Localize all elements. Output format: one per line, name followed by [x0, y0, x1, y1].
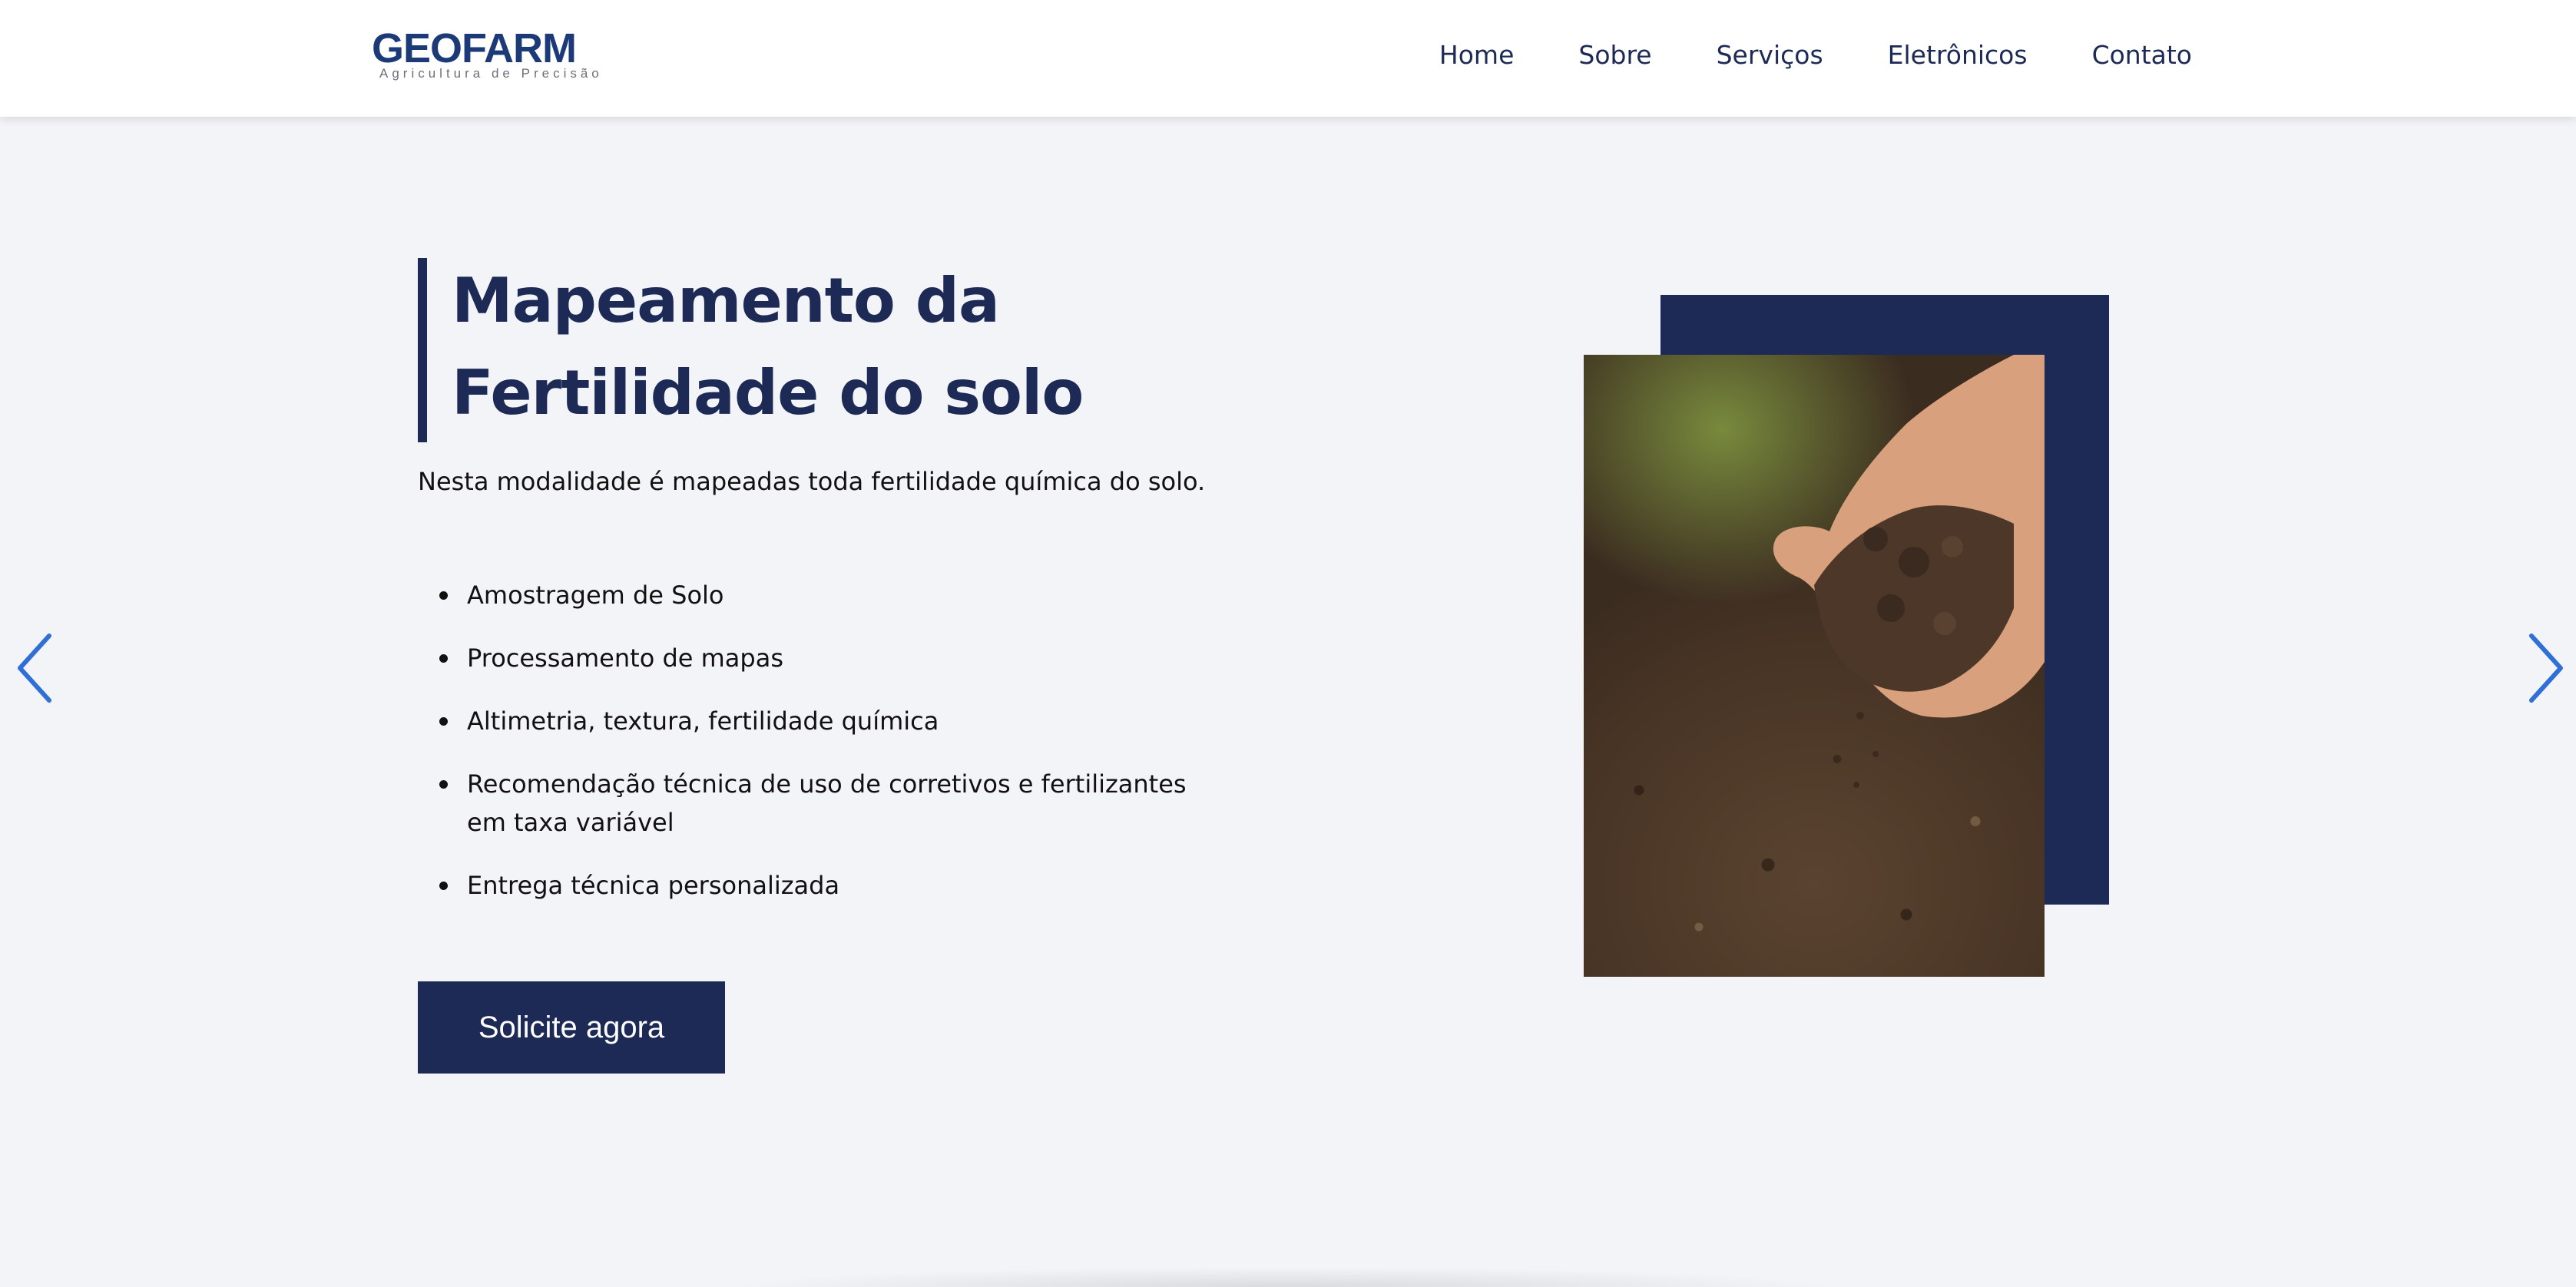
- list-item: Altimetria, textura, fertilidade química: [418, 702, 1232, 740]
- hero-title-block: Mapeamento da Fertilidade do solo: [418, 258, 1263, 442]
- nav-item-sobre[interactable]: Sobre: [1578, 38, 1651, 72]
- nav-item-eletronicos[interactable]: Eletrônicos: [1888, 38, 2028, 72]
- list-item: Entrega técnica personalizada: [418, 866, 1232, 905]
- logo-wordmark: GEOFARM: [372, 25, 577, 71]
- hero-title: Mapeamento da Fertilidade do solo: [452, 265, 1084, 428]
- geofarm-logo[interactable]: GEOFARM Agricultura de Precisão: [372, 26, 599, 86]
- hero-subtitle: Nesta modalidade é mapeadas toda fertili…: [418, 467, 1206, 496]
- list-item: Recomendação técnica de uso de corretivo…: [418, 765, 1232, 842]
- hand-with-soil-illustration: [1773, 355, 2045, 788]
- site-header: GEOFARM Agricultura de Precisão Home Sob…: [0, 0, 2576, 117]
- nav-item-contato[interactable]: Contato: [2092, 38, 2192, 72]
- carousel-next-button[interactable]: [2521, 630, 2567, 706]
- logo-tagline: Agricultura de Precisão: [379, 66, 603, 81]
- chevron-right-icon: [2529, 634, 2563, 703]
- chevron-left-icon: [18, 634, 51, 703]
- list-item: Processamento de mapas: [418, 639, 1232, 677]
- carousel-prev-button[interactable]: [14, 630, 60, 706]
- soil-hand-photo: [1584, 355, 2045, 977]
- nav-item-servicos[interactable]: Serviços: [1717, 38, 1823, 72]
- nav-item-home[interactable]: Home: [1439, 38, 1514, 72]
- feature-list: Amostragem de Solo Processamento de mapa…: [418, 576, 1232, 929]
- section-divider-shadow: [722, 1267, 1843, 1287]
- list-item: Amostragem de Solo: [418, 576, 1232, 614]
- solicite-agora-button[interactable]: Solicite agora: [418, 981, 725, 1074]
- main-nav: Home Sobre Serviços Eletrônicos Contato: [1439, 38, 2192, 72]
